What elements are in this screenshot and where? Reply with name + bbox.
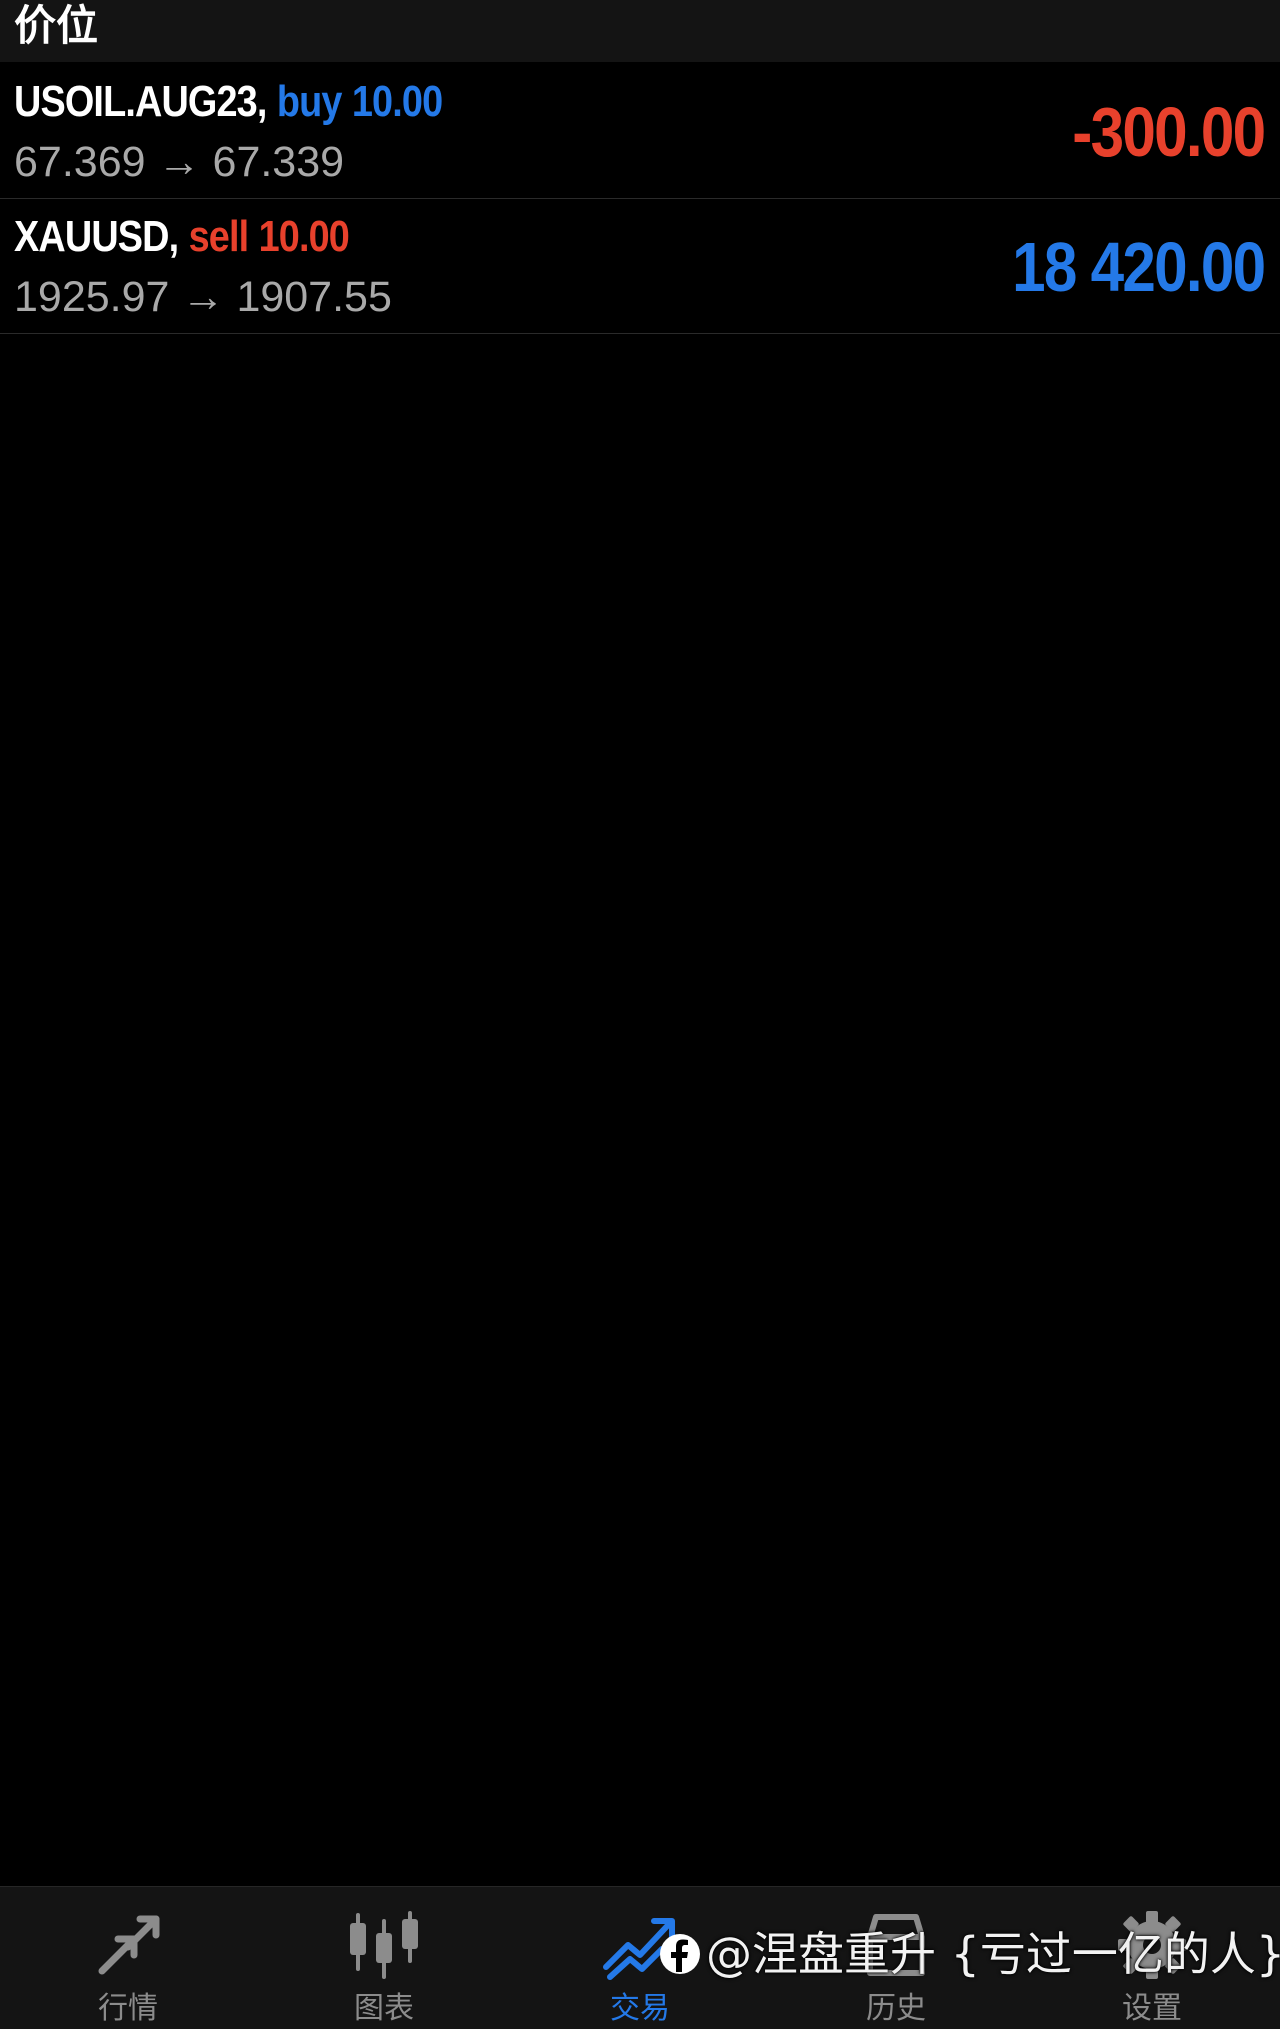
tab-label: 交易 xyxy=(610,1991,670,2026)
current-price: 67.339 xyxy=(212,138,345,186)
position-volume: 10.00 xyxy=(351,77,443,126)
arrow-right-icon: → xyxy=(157,138,201,186)
section-title: 价位 xyxy=(14,1,99,50)
position-prices: 1925.97 → 1907.55 xyxy=(14,269,392,325)
quotes-icon xyxy=(98,1915,160,1975)
watermark-text: @涅盘重升 {亏过一亿的人} xyxy=(706,1927,1280,1981)
open-price: 1925.97 xyxy=(14,273,170,321)
position-prices: 67.369 → 67.339 xyxy=(14,134,344,190)
tab-label: 图表 xyxy=(354,1991,414,2026)
position-row-usoil[interactable]: USOIL.AUG23, buy 10.00 67.369 → 67.339 -300.… xyxy=(0,64,1280,199)
section-header: 价位 xyxy=(0,0,1280,62)
position-symbol: USOIL.AUG23, xyxy=(14,77,267,126)
position-side: sell xyxy=(188,212,250,261)
watermark: @涅盘重升 {亏过一亿的人} xyxy=(658,1924,1280,1984)
position-row-xauusd[interactable]: XAUUSD, sell 10.00 1925.97 → 1907.55 18 420.… xyxy=(0,199,1280,334)
position-profit: 18 420.00 xyxy=(1011,228,1266,306)
position-volume: 10.00 xyxy=(258,212,350,261)
chart-candles-icon xyxy=(350,1911,418,1979)
current-price: 1907.55 xyxy=(236,273,392,321)
position-profit: -300.00 xyxy=(1071,93,1266,171)
tab-quotes[interactable]: 行情 xyxy=(0,1887,256,2029)
tab-label: 历史 xyxy=(866,1991,926,2026)
tab-charts[interactable]: 图表 xyxy=(256,1887,512,2029)
arrow-right-icon: → xyxy=(181,273,225,321)
position-line-1: USOIL.AUG23, buy 10.00 xyxy=(14,72,443,132)
position-symbol: XAUUSD, xyxy=(14,212,179,261)
tab-label: 设置 xyxy=(1122,1991,1182,2026)
tab-label: 行情 xyxy=(98,1991,158,2026)
position-side: buy xyxy=(276,77,343,126)
facebook-icon xyxy=(660,1933,700,1974)
open-price: 67.369 xyxy=(14,138,146,186)
position-line-1: XAUUSD, sell 10.00 xyxy=(14,207,350,267)
